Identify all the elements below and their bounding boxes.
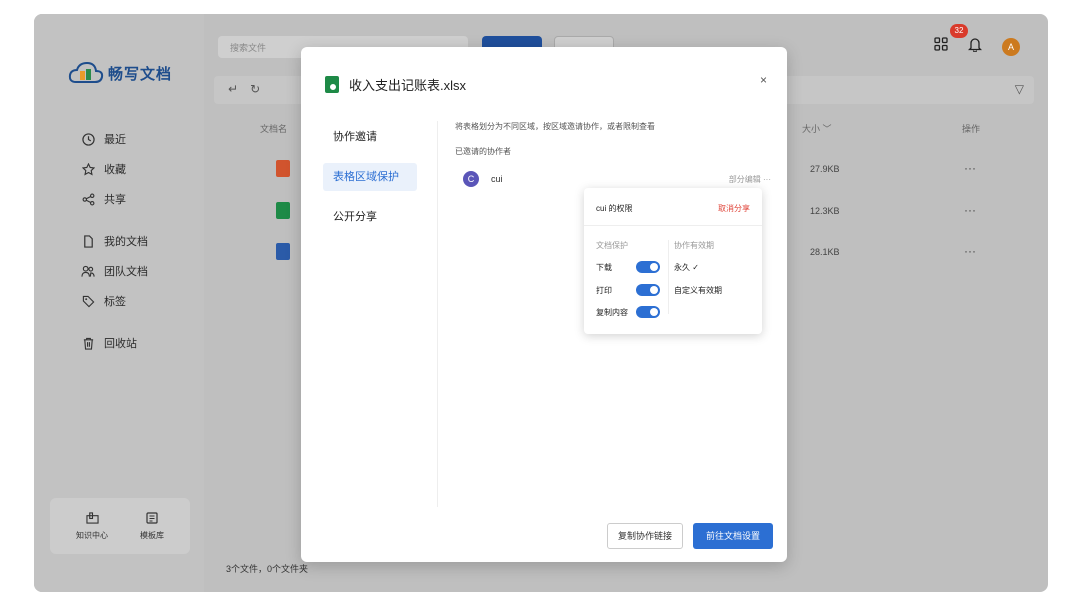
sidebar-item-label: 最近 (104, 134, 126, 146)
dialog-nav: 协作邀请 表格区域保护 公开分享 (323, 123, 417, 243)
team-icon (80, 263, 96, 279)
dialog-header: 收入支出记账表.xlsx (325, 75, 466, 94)
notification-badge: 32 (950, 24, 968, 38)
column-actions: 操作 (962, 124, 981, 134)
template-icon (146, 511, 158, 526)
print-label: 打印 (596, 286, 612, 295)
cloud-logo-icon (68, 60, 104, 86)
sidebar-item-label: 回收站 (104, 338, 137, 350)
tab-public-share[interactable]: 公开分享 (323, 203, 417, 231)
bell-icon[interactable] (967, 36, 983, 57)
go-settings-button[interactable]: 前往文档设置 (693, 523, 773, 549)
apps-grid-icon[interactable] (934, 37, 948, 56)
tag-icon (80, 293, 96, 309)
dialog-title: 收入支出记账表.xlsx (349, 78, 467, 93)
print-toggle[interactable] (636, 284, 660, 296)
sidebar-item-label: 收藏 (104, 164, 126, 176)
sidebar-item-favorites[interactable]: 收藏 (80, 154, 148, 184)
file-size: 27.9KB (810, 164, 840, 174)
share-icon (80, 191, 96, 207)
file-size: 28.1KB (810, 247, 840, 257)
template-library-button[interactable]: 模板库 (140, 511, 164, 541)
file-size: 12.3KB (810, 206, 840, 216)
download-label: 下载 (596, 263, 612, 272)
collaborator-avatar: C (463, 171, 479, 187)
filter-icon[interactable]: ▽ (1015, 82, 1024, 96)
doc-protection-label: 文档保护 (596, 241, 628, 250)
refresh-icon[interactable]: ↻ (250, 82, 260, 96)
validity-permanent[interactable]: 永久 ✓ (674, 262, 699, 273)
close-button[interactable]: × (760, 73, 767, 87)
copy-content-label: 复制内容 (596, 308, 628, 317)
popover-header: cui 的权限 取消分享 (584, 188, 762, 226)
permission-dropdown[interactable]: 部分编辑 ··· (729, 174, 771, 185)
validity-label: 协作有效期 (674, 241, 714, 250)
logo-text: 畅写文档 (108, 65, 173, 83)
star-icon (80, 161, 96, 177)
more-actions-button[interactable]: ··· (964, 161, 976, 175)
cancel-share-button[interactable]: 取消分享 (718, 203, 750, 214)
app-logo[interactable]: 畅写文档 (68, 60, 172, 86)
divider (437, 121, 438, 507)
validity-custom[interactable]: 自定义有效期 (674, 285, 722, 296)
dialog-content: 将表格划分为不同区域，按区域邀请协作，或者限制查看 已邀请的协作者 C cui … (455, 121, 775, 187)
back-icon[interactable]: ↵ (228, 82, 238, 96)
sidebar: 畅写文档 最近 收藏 共享 我的文档 团队文档 标签 回收站 知识中心 模板库 (34, 14, 204, 592)
sidebar-item-tags[interactable]: 标签 (80, 286, 148, 316)
sidebar-item-team-docs[interactable]: 团队文档 (80, 256, 148, 286)
xls-file-icon (276, 202, 290, 219)
column-size[interactable]: 大小 ﹀ (802, 122, 832, 135)
knowledge-icon (85, 511, 99, 526)
sidebar-item-label: 共享 (104, 194, 126, 206)
trash-icon (80, 335, 96, 351)
divider (668, 240, 669, 314)
permission-popover: cui 的权限 取消分享 文档保护 协作有效期 下载 永久 ✓ 打印 自定义有效… (584, 188, 762, 334)
collaborator-name: cui (491, 174, 503, 184)
invited-label: 已邀请的协作者 (455, 147, 511, 156)
sidebar-nav: 最近 收藏 共享 我的文档 团队文档 标签 回收站 (80, 124, 148, 358)
clock-icon (80, 131, 96, 147)
ppt-file-icon (276, 160, 290, 177)
download-toggle[interactable] (636, 261, 660, 273)
sidebar-item-label: 我的文档 (104, 236, 148, 248)
sidebar-item-shared[interactable]: 共享 (80, 184, 148, 214)
sidebar-item-label: 团队文档 (104, 266, 148, 278)
user-avatar[interactable]: A (1002, 37, 1020, 56)
sidebar-item-recent[interactable]: 最近 (80, 124, 148, 154)
column-name[interactable]: 文档名 (260, 122, 287, 135)
xls-file-icon (325, 76, 339, 93)
more-actions-button[interactable]: ··· (964, 203, 976, 217)
knowledge-center-button[interactable]: 知识中心 (76, 511, 108, 541)
doc-file-icon (276, 243, 290, 260)
sidebar-tools: 知识中心 模板库 (50, 498, 190, 554)
tab-region-protection[interactable]: 表格区域保护 (323, 163, 417, 191)
region-description: 将表格划分为不同区域，按区域邀请协作，或者限制查看 (455, 122, 655, 131)
file-count: 3个文件，0个文件夹 (226, 564, 309, 574)
top-right-tools: A (934, 36, 1020, 57)
sidebar-item-label: 标签 (104, 296, 126, 308)
document-icon (80, 233, 96, 249)
knowledge-center-label: 知识中心 (76, 530, 108, 540)
sidebar-item-trash[interactable]: 回收站 (80, 328, 148, 358)
template-library-label: 模板库 (140, 530, 164, 540)
copy-link-button[interactable]: 复制协作链接 (607, 523, 683, 549)
sidebar-item-my-docs[interactable]: 我的文档 (80, 226, 148, 256)
more-actions-button[interactable]: ··· (964, 244, 976, 258)
tab-collab-invite[interactable]: 协作邀请 (323, 123, 417, 151)
copy-content-toggle[interactable] (636, 306, 660, 318)
popover-title: cui 的权限 (596, 204, 633, 213)
